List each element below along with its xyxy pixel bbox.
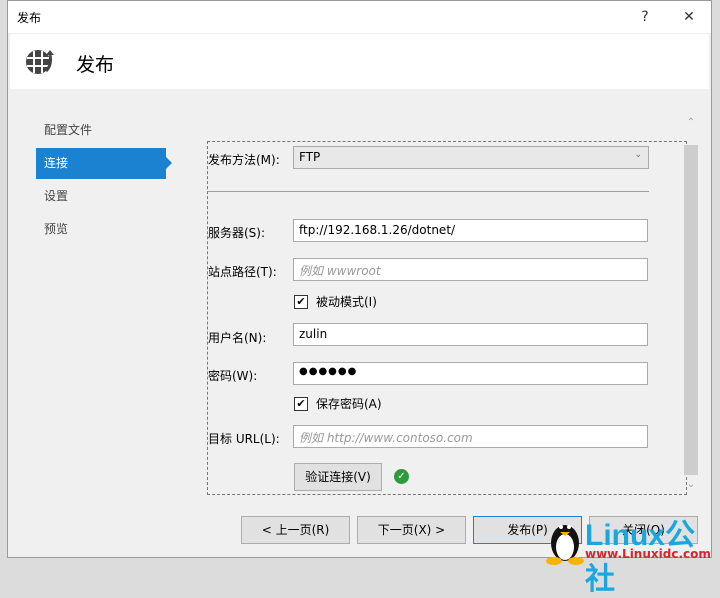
passive-mode-checkbox[interactable]: ✔ 被动模式(I) [294, 293, 377, 310]
scroll-down-icon[interactable]: ⌄ [684, 479, 698, 490]
validate-connection-button[interactable]: 验证连接(V) [294, 463, 382, 491]
target-url-input[interactable]: 例如 http://www.contoso.com [293, 425, 648, 448]
nav-item-profile[interactable]: 配置文件 [36, 115, 166, 146]
nav-item-settings[interactable]: 设置 [36, 181, 166, 212]
passive-mode-label: 被动模式(I) [316, 295, 377, 309]
chevron-down-icon: ⌄ [634, 150, 642, 160]
site-path-label: 站点路径(T): [208, 265, 277, 279]
watermark: Linux公社 www.Linuxidc.com [545, 515, 720, 596]
publish-dialog: 发布 ? ✕ 发布 配置文件 连接 设置 预览 发布方法(M): FTP ⌄ 服… [7, 0, 712, 558]
save-password-checkbox[interactable]: ✔ 保存密码(A) [294, 395, 382, 412]
watermark-url: www.Linuxidc.com [585, 547, 711, 561]
username-label: 用户名(N): [208, 331, 267, 345]
scroll-up-icon[interactable]: ⌃ [684, 117, 698, 128]
save-password-label: 保存密码(A) [316, 397, 382, 411]
target-url-label: 目标 URL(L): [208, 432, 280, 446]
prev-button[interactable]: < 上一页(R) [241, 516, 350, 544]
page-title: 发布 [76, 54, 115, 76]
next-button[interactable]: 下一页(X) > [357, 516, 466, 544]
publish-method-select[interactable]: FTP ⌄ [293, 146, 649, 169]
help-button[interactable]: ? [631, 5, 659, 29]
connection-panel: 发布方法(M): FTP ⌄ 服务器(S): ftp://192.168.1.2… [207, 141, 687, 495]
site-path-input[interactable]: 例如 wwwroot [293, 258, 648, 281]
publish-method-value: FTP [299, 150, 321, 164]
title-bar: 发布 ? ✕ [8, 1, 711, 33]
scrollbar-thumb[interactable] [684, 145, 698, 475]
method-label: 发布方法(M): [208, 153, 280, 167]
window-title: 发布 [17, 11, 42, 25]
checkbox-checked-icon: ✔ [294, 396, 308, 411]
penguin-logo-icon [546, 525, 584, 565]
scrollbar[interactable]: ⌃ ⌄ [684, 115, 698, 495]
password-label: 密码(W): [208, 369, 258, 383]
divider [208, 191, 649, 192]
success-check-icon: ✓ [394, 469, 409, 484]
header: 发布 [10, 34, 709, 89]
username-input[interactable]: zulin [293, 323, 648, 346]
nav-item-connection[interactable]: 连接 [36, 148, 172, 179]
globe-publish-icon [26, 50, 54, 74]
checkbox-checked-icon: ✔ [294, 294, 308, 309]
password-input[interactable]: ●●●●●● [293, 362, 648, 385]
nav-item-preview[interactable]: 预览 [36, 214, 166, 245]
server-label: 服务器(S): [208, 226, 266, 240]
close-window-button[interactable]: ✕ [675, 5, 703, 29]
server-input[interactable]: ftp://192.168.1.26/dotnet/ [293, 219, 648, 242]
